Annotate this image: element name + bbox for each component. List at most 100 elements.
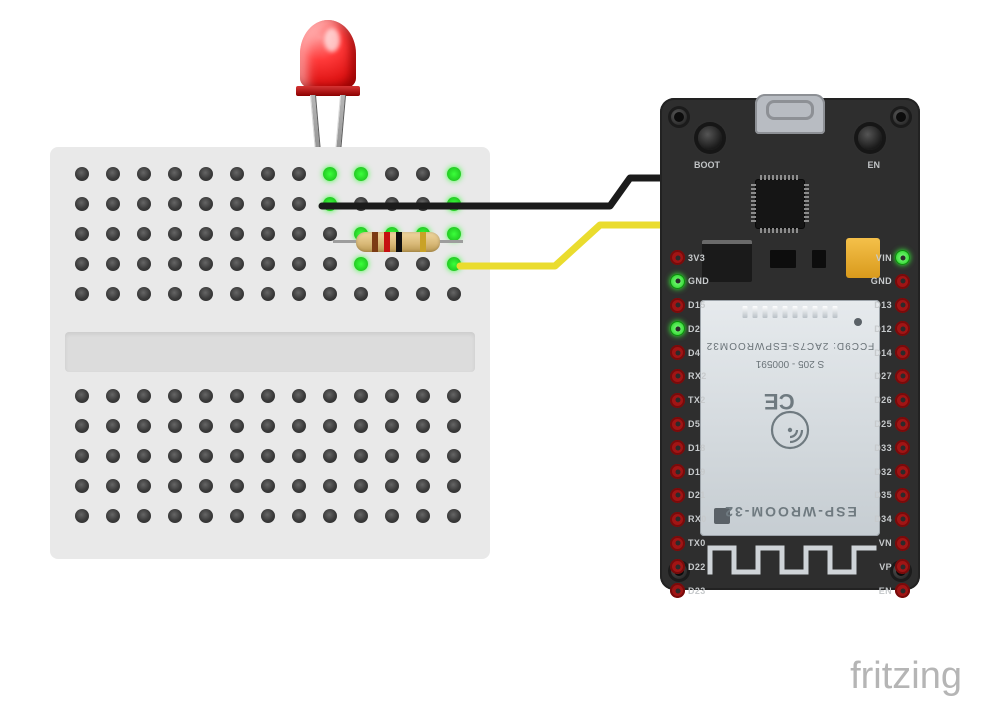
- breadboard-hole: [447, 509, 461, 523]
- pin-header-right: VINGNDD13D12D14D27D26D25D33D32D35D34VNVP…: [895, 250, 910, 598]
- pin-label: GND: [871, 276, 892, 286]
- breadboard-hole: [199, 419, 213, 433]
- pin-d13: D13: [895, 298, 910, 313]
- breadboard-hole: [230, 509, 244, 523]
- boot-button[interactable]: [698, 126, 722, 150]
- breadboard-hole: [416, 449, 430, 463]
- en-label: EN: [867, 160, 880, 170]
- breadboard-hole: [323, 449, 337, 463]
- breadboard-hole: [75, 197, 89, 211]
- pin-d35: D35: [895, 488, 910, 503]
- pin-label: D34: [874, 514, 892, 524]
- pin-label: D33: [874, 443, 892, 453]
- breadboard-hole: [323, 287, 337, 301]
- breadboard-hole: [292, 167, 306, 181]
- breadboard-hole: [323, 509, 337, 523]
- pin-label: EN: [879, 586, 892, 596]
- breadboard-hole: [354, 389, 368, 403]
- pin-label: RX2: [688, 371, 707, 381]
- breadboard-hole: [292, 287, 306, 301]
- breadboard-hole: [137, 419, 151, 433]
- pin-d15: D15: [670, 298, 685, 313]
- pin-d33: D33: [895, 440, 910, 455]
- breadboard-hole: [168, 479, 182, 493]
- breadboard-hole: [230, 227, 244, 241]
- module-title-label: ESP-WROOM-32: [723, 504, 857, 520]
- pin-tx2: TX2: [670, 393, 685, 408]
- breadboard-hole: [199, 227, 213, 241]
- breadboard-hole: [75, 479, 89, 493]
- breadboard-hole: [447, 479, 461, 493]
- breadboard-hole: [385, 509, 399, 523]
- breadboard-hole: [354, 257, 368, 271]
- esp32-board: BOOT EN FCC9D: 2AC7S-ESPWROOM32 S 205 - …: [660, 98, 920, 590]
- breadboard-hole: [106, 257, 120, 271]
- en-button[interactable]: [858, 126, 882, 150]
- breadboard-hole: [447, 227, 461, 241]
- pin-d32: D32: [895, 464, 910, 479]
- pin-d27: D27: [895, 369, 910, 384]
- breadboard-hole: [168, 287, 182, 301]
- breadboard-hole: [168, 389, 182, 403]
- pin-gnd: GND: [670, 274, 685, 289]
- breadboard-hole: [199, 287, 213, 301]
- pin-3v3: 3V3: [670, 250, 685, 265]
- pin-rx0: RX0: [670, 512, 685, 527]
- module-info-label: S 205 - 000591: [756, 358, 824, 369]
- breadboard-hole: [75, 167, 89, 181]
- pin-label: D2: [688, 324, 700, 334]
- breadboard-hole: [137, 257, 151, 271]
- breadboard-hole: [75, 287, 89, 301]
- breadboard-hole: [168, 227, 182, 241]
- breadboard-hole: [137, 509, 151, 523]
- breadboard-hole: [137, 167, 151, 181]
- pin-label: D35: [874, 490, 892, 500]
- breadboard-hole: [292, 197, 306, 211]
- breadboard-hole: [292, 419, 306, 433]
- breadboard-hole: [168, 419, 182, 433]
- pin-en: EN: [895, 583, 910, 598]
- breadboard-hole: [385, 257, 399, 271]
- breadboard-divider: [65, 332, 475, 372]
- pin-label: 3V3: [688, 253, 705, 263]
- breadboard-hole: [354, 167, 368, 181]
- module-fcc-label: FCC9D: 2AC7S-ESPWROOM32: [706, 340, 875, 351]
- breadboard-hole: [137, 389, 151, 403]
- pin-rx2: RX2: [670, 369, 685, 384]
- breadboard-hole: [199, 479, 213, 493]
- breadboard-hole: [354, 449, 368, 463]
- pin-d12: D12: [895, 321, 910, 336]
- pin-d21: D21: [670, 488, 685, 503]
- breadboard-hole: [447, 167, 461, 181]
- breadboard-hole: [199, 389, 213, 403]
- breadboard-hole: [261, 287, 275, 301]
- pin-d22: D22: [670, 559, 685, 574]
- smd-component: [770, 250, 796, 268]
- breadboard-hole: [385, 419, 399, 433]
- breadboard-hole: [137, 479, 151, 493]
- breadboard-hole: [385, 167, 399, 181]
- breadboard-hole: [199, 167, 213, 181]
- pin-tx0: TX0: [670, 536, 685, 551]
- breadboard-hole: [230, 389, 244, 403]
- breadboard-hole: [416, 419, 430, 433]
- breadboard-hole: [354, 509, 368, 523]
- breadboard-hole: [75, 257, 89, 271]
- breadboard-hole: [323, 197, 337, 211]
- pin-label: D21: [688, 490, 706, 500]
- breadboard-hole: [323, 227, 337, 241]
- breadboard-hole: [447, 419, 461, 433]
- breadboard-hole: [416, 389, 430, 403]
- pin-label: TX2: [688, 395, 706, 405]
- breadboard-hole: [354, 197, 368, 211]
- pin-d34: D34: [895, 512, 910, 527]
- breadboard-hole: [385, 479, 399, 493]
- breadboard-hole: [230, 257, 244, 271]
- breadboard-hole: [354, 479, 368, 493]
- pin-label: RX0: [688, 514, 707, 524]
- breadboard-hole: [137, 197, 151, 211]
- pin-d25: D25: [895, 417, 910, 432]
- breadboard-hole: [261, 449, 275, 463]
- breadboard-hole: [447, 257, 461, 271]
- breadboard-hole: [261, 419, 275, 433]
